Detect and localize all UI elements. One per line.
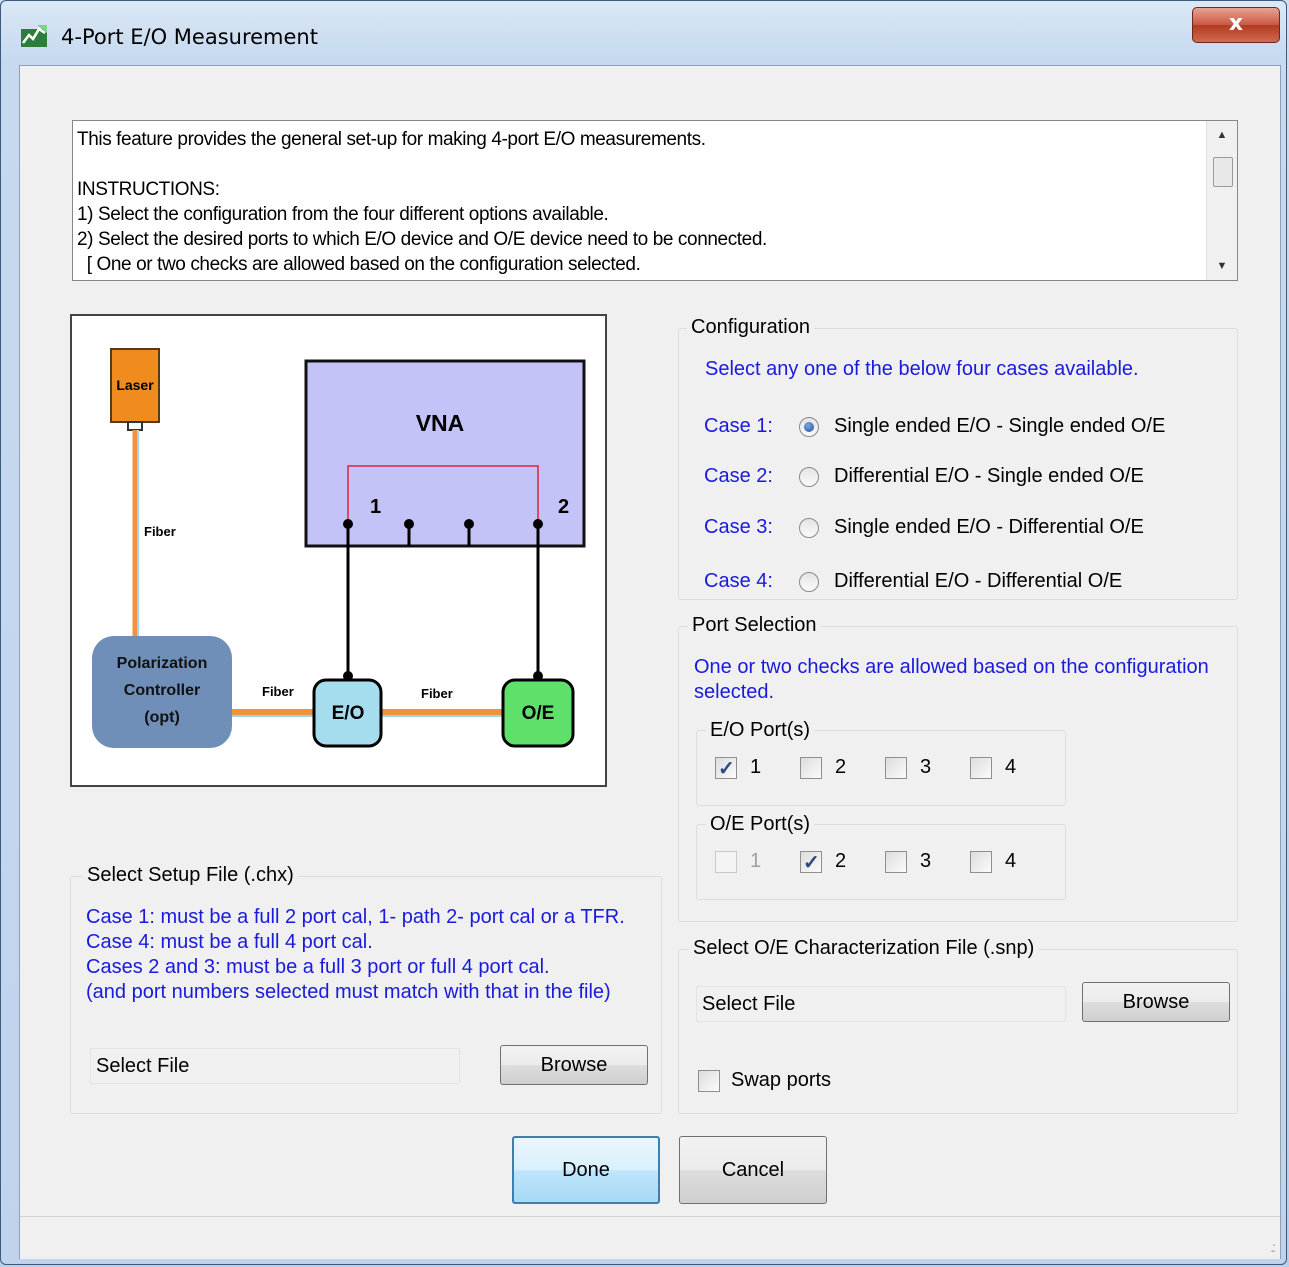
fiber-left-label: Fiber [262, 684, 294, 699]
check-mark-icon: ✓ [803, 852, 820, 874]
eo-port-1-label[interactable]: 1 [750, 756, 761, 779]
case-1-label: Case 1: [704, 415, 773, 437]
oe-port-4-label[interactable]: 4 [1005, 850, 1016, 873]
oe-port-3-label[interactable]: 3 [920, 850, 931, 873]
oe-port-4-checkbox[interactable] [970, 851, 992, 873]
eo-port-1-checkbox[interactable]: ✓ [715, 757, 737, 780]
eo-ports-title: E/O Port(s) [706, 719, 815, 742]
laser-connector [127, 421, 143, 431]
eo-port-4-label[interactable]: 4 [1005, 756, 1016, 779]
instructions-line: This feature provides the general set-up… [77, 129, 706, 150]
eo-port-4-checkbox[interactable] [970, 757, 992, 779]
check-mark-icon: ✓ [718, 758, 735, 780]
eo-port-2-label[interactable]: 2 [835, 756, 846, 779]
done-button[interactable]: Done [512, 1136, 660, 1204]
oe-file-title: Select O/E Characterization File (.snp) [689, 937, 1039, 960]
case-1-text[interactable]: Single ended E/O - Single ended O/E [834, 415, 1165, 438]
oe-port-1-checkbox [715, 851, 737, 873]
instructions-line: [ One or two checks are allowed based on… [77, 254, 641, 275]
instructions-text: This feature provides the general set-up… [77, 127, 1199, 277]
laser-label: Laser [116, 377, 154, 393]
oe-port-3-checkbox[interactable] [885, 851, 907, 873]
configuration-title: Configuration [687, 316, 814, 339]
vna-port2-label: 2 [558, 496, 569, 518]
case-3-radio[interactable] [799, 518, 819, 538]
title-bar: 4-Port E/O Measurement x [1, 1, 1286, 65]
setup-browse-button[interactable]: Browse [500, 1045, 648, 1085]
eo-device-label: E/O [332, 703, 365, 724]
port-selection-hint-2: selected. [694, 681, 775, 703]
oe-port-1-label: 1 [750, 850, 762, 872]
case-3-label: Case 3: [704, 516, 773, 538]
scroll-down-icon[interactable]: ▼ [1207, 254, 1237, 278]
swap-ports-checkbox[interactable] [698, 1070, 720, 1092]
configuration-hint: Select any one of the below four cases a… [705, 358, 1139, 380]
polarization-line-1: Polarization [117, 655, 208, 672]
oe-port-2-checkbox[interactable]: ✓ [800, 851, 822, 874]
setup-note-1: Case 1: must be a full 2 port cal, 1- pa… [86, 906, 625, 928]
port-selection-title: Port Selection [688, 614, 821, 637]
instructions-scrollbar[interactable]: ▲ ▼ [1206, 121, 1237, 280]
resize-grip-icon[interactable]: .: [1270, 1239, 1276, 1255]
case-2-radio[interactable] [799, 467, 819, 487]
case-4-text[interactable]: Differential E/O - Differential O/E [834, 570, 1122, 593]
setup-diagram: Laser Fiber VNA 1 2 Fiber Fiber Polariza… [70, 314, 607, 787]
instructions-line: 2) Select the desired ports to which E/O… [77, 229, 767, 250]
dialog-window: 4-Port E/O Measurement x This feature pr… [0, 0, 1287, 1265]
cancel-button[interactable]: Cancel [679, 1136, 827, 1204]
eo-port-3-label[interactable]: 3 [920, 756, 931, 779]
setup-diagram-svg: Laser Fiber VNA 1 2 Fiber Fiber Polariza… [92, 348, 586, 748]
setup-note-2: Case 4: must be a full 4 port cal. [86, 931, 373, 953]
instructions-line [77, 152, 1199, 177]
setup-file-field[interactable]: Select File [90, 1048, 460, 1084]
oe-browse-button[interactable]: Browse [1082, 982, 1230, 1022]
scroll-up-icon[interactable]: ▲ [1207, 123, 1237, 147]
vna-port1-label: 1 [370, 496, 381, 518]
polarization-line-3: (opt) [144, 709, 180, 726]
status-bar: .: [20, 1216, 1280, 1259]
scroll-thumb[interactable] [1213, 157, 1233, 187]
eo-port-2-checkbox[interactable] [800, 757, 822, 779]
vna-label: VNA [416, 410, 465, 436]
oe-port-2-label[interactable]: 2 [835, 850, 846, 873]
instructions-textarea[interactable]: This feature provides the general set-up… [72, 120, 1238, 281]
setup-note-3: Cases 2 and 3: must be a full 3 port or … [86, 956, 550, 978]
setup-file-title: Select Setup File (.chx) [83, 864, 298, 887]
fiber-vertical-label: Fiber [144, 524, 176, 539]
case-4-label: Case 4: [704, 570, 773, 592]
case-2-text[interactable]: Differential E/O - Single ended O/E [834, 465, 1144, 488]
fiber-right-label: Fiber [421, 686, 453, 701]
oe-ports-title: O/E Port(s) [706, 813, 815, 836]
polarization-line-2: Controller [124, 682, 200, 699]
instructions-line: INSTRUCTIONS: [77, 179, 220, 200]
window-title: 4-Port E/O Measurement [61, 25, 318, 49]
dialog-client: This feature provides the general set-up… [19, 65, 1281, 1259]
setup-note-4: (and port numbers selected must match wi… [86, 981, 611, 1003]
case-1-radio[interactable] [799, 417, 819, 437]
swap-ports-label[interactable]: Swap ports [731, 1069, 831, 1092]
instructions-line: 1) Select the configuration from the fou… [77, 204, 609, 225]
case-2-label: Case 2: [704, 465, 773, 487]
oe-file-field[interactable]: Select File [696, 986, 1066, 1022]
eo-port-3-checkbox[interactable] [885, 757, 907, 779]
port-selection-hint-1: One or two checks are allowed based on t… [694, 656, 1209, 678]
case-4-radio[interactable] [799, 572, 819, 592]
oe-device-label: O/E [522, 703, 555, 724]
app-icon [21, 25, 47, 47]
close-button[interactable]: x [1192, 7, 1280, 43]
case-3-text[interactable]: Single ended E/O - Differential O/E [834, 516, 1144, 539]
